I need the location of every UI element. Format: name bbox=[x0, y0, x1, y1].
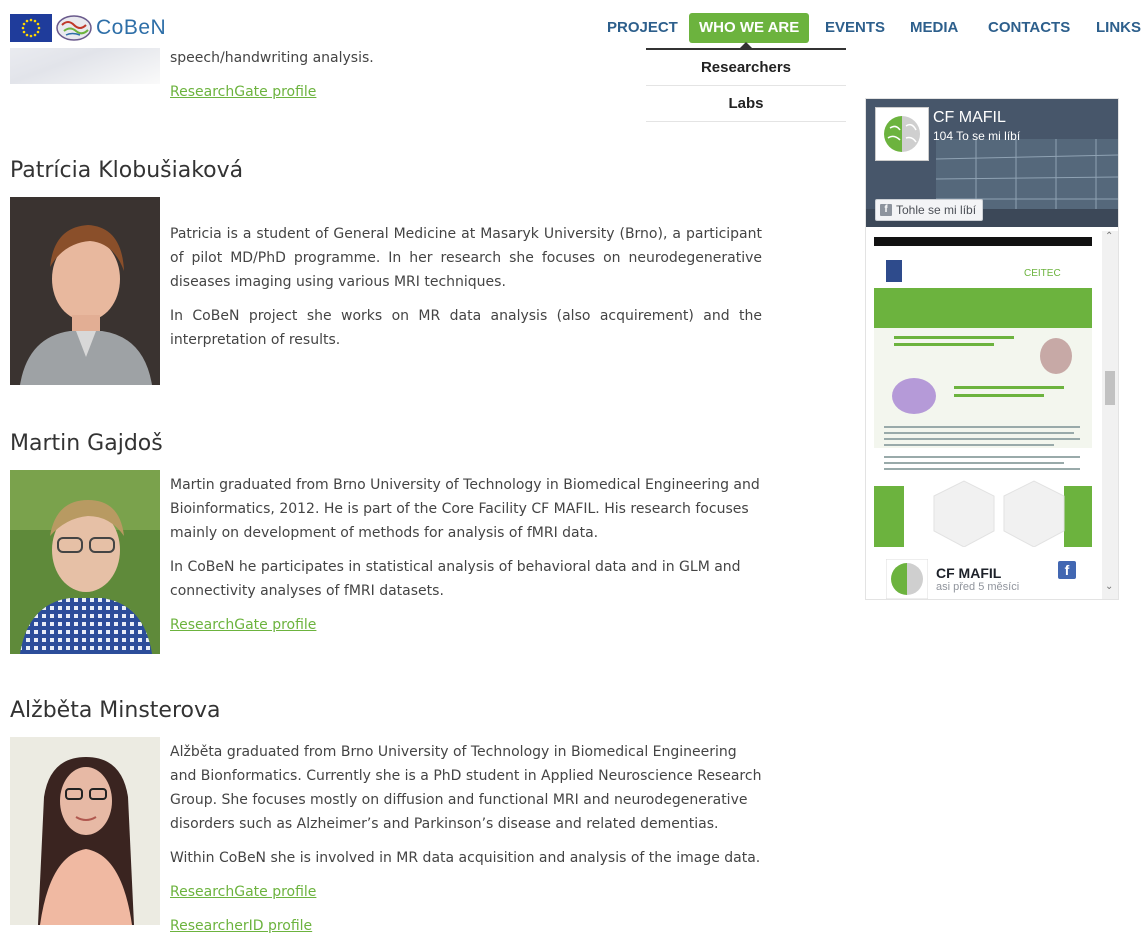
researcher-card: Alžběta Minsterova Alžběta graduated fro… bbox=[10, 698, 770, 938]
brain-logo-icon bbox=[56, 15, 92, 41]
poster-ceitec-text: CEITEC bbox=[1024, 268, 1061, 279]
researchgate-link[interactable]: ResearchGate profile bbox=[170, 884, 316, 900]
dropdown-item-researchers[interactable]: Researchers bbox=[646, 50, 846, 86]
researcher-name: Alžběta Minsterova bbox=[10, 698, 221, 723]
site-header: CoBeN PROJECT WHO WE ARE EVENTS MEDIA CO… bbox=[0, 0, 1142, 48]
researcherid-link[interactable]: ResearcherID profile bbox=[170, 918, 312, 934]
researcher-name: Martin Gajdoš bbox=[10, 431, 163, 456]
researcher-photo bbox=[10, 737, 160, 925]
nav-project[interactable]: PROJECT bbox=[607, 13, 678, 43]
nav-events[interactable]: EVENTS bbox=[825, 13, 885, 43]
feed-scrollbar[interactable]: ⌃ ⌄ bbox=[1102, 231, 1118, 599]
nav-who-we-are[interactable]: WHO WE ARE bbox=[689, 13, 810, 43]
facebook-like-button[interactable]: f Tohle se mi líbí bbox=[875, 199, 984, 221]
researcher-name: Patrícia Klobušiaková bbox=[10, 158, 244, 183]
dropdown-item-labs[interactable]: Labs bbox=[646, 86, 846, 122]
researcher-role: In CoBeN project she works on MR data an… bbox=[170, 308, 762, 348]
dropdown-caret-icon bbox=[740, 42, 752, 48]
post-timestamp[interactable]: asi před 5 měsíci bbox=[936, 581, 1019, 593]
scroll-up-icon[interactable]: ⌃ bbox=[1105, 231, 1113, 242]
researcher-card: Martin Gajdoš Martin graduated from Brno… bbox=[10, 431, 770, 671]
eu-flag-icon bbox=[10, 14, 52, 42]
who-we-are-dropdown: Researchers Labs bbox=[646, 48, 846, 122]
researchgate-link[interactable]: ResearchGate profile bbox=[170, 84, 316, 100]
brand-name: CoBeN bbox=[96, 16, 167, 39]
researcher-bio: Alžběta graduated from Brno University o… bbox=[170, 744, 762, 832]
post-author-avatar[interactable] bbox=[886, 559, 928, 599]
nav-links[interactable]: LINKS bbox=[1096, 13, 1141, 43]
nav-media[interactable]: MEDIA bbox=[910, 13, 958, 43]
main-nav: PROJECT WHO WE ARE EVENTS MEDIA CONTACTS… bbox=[600, 13, 1142, 43]
researcher-bio: Martin graduated from Brno University of… bbox=[170, 477, 760, 541]
like-button-label: Tohle se mi líbí bbox=[896, 203, 977, 217]
facebook-icon: f bbox=[880, 204, 892, 216]
researcher-role: In CoBeN he participates in statistical … bbox=[170, 559, 741, 599]
scrollbar-thumb[interactable] bbox=[1105, 371, 1115, 405]
scroll-down-icon[interactable]: ⌄ bbox=[1105, 581, 1113, 592]
facebook-page-widget: CF MAFIL 104 To se mi líbí f Tohle se mi… bbox=[865, 98, 1119, 600]
facebook-like-count: 104 To se mi líbí bbox=[933, 129, 1021, 143]
researchgate-link[interactable]: ResearchGate profile bbox=[170, 617, 316, 633]
researcher-bio: Patricia is a student of General Medicin… bbox=[170, 226, 762, 290]
researcher-card: Patrícia Klobušiaková Patricia is a stud… bbox=[10, 158, 770, 398]
site-logo[interactable]: CoBeN bbox=[10, 12, 166, 44]
nav-contacts[interactable]: CONTACTS bbox=[988, 13, 1070, 43]
researcher-role: Within CoBeN she is involved in MR data … bbox=[170, 850, 761, 866]
facebook-logo-icon[interactable]: f bbox=[1058, 561, 1076, 579]
researcher-photo bbox=[10, 197, 160, 385]
post-poster-image[interactable]: CEITEC bbox=[874, 237, 1092, 556]
facebook-cover[interactable]: CF MAFIL 104 To se mi líbí f Tohle se mi… bbox=[866, 99, 1118, 227]
researcher-photo bbox=[10, 470, 160, 654]
page-avatar[interactable] bbox=[875, 107, 929, 161]
facebook-feed[interactable]: CEITEC CF MAFIL asi před 5 měsíci f ⌃ ⌄ bbox=[866, 231, 1118, 599]
post-author-name[interactable]: CF MAFIL bbox=[936, 565, 1001, 581]
facebook-page-name[interactable]: CF MAFIL bbox=[933, 109, 1006, 127]
